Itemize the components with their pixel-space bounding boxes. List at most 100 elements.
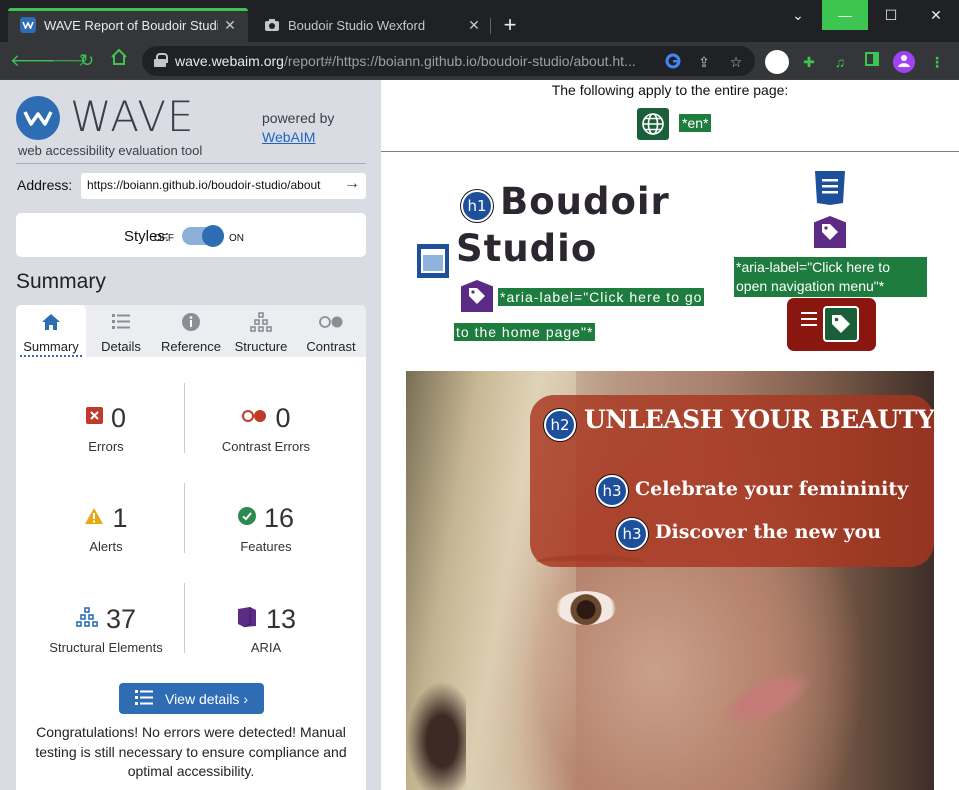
tab-label: Details <box>101 339 141 354</box>
tab-details[interactable]: Details <box>86 305 156 357</box>
landmark-icon[interactable] <box>416 243 450 279</box>
divider <box>16 163 366 164</box>
tab-label: Summary <box>16 339 86 357</box>
share-icon[interactable]: ⇪ <box>695 53 713 71</box>
errors-label: Errors <box>88 439 124 454</box>
address-url: wave.webaim.org/report#/https://boiann.g… <box>175 53 636 69</box>
alerts-count: 1 <box>112 502 128 533</box>
new-tab-icon[interactable]: + <box>498 12 522 40</box>
tab-search-chevron-icon[interactable]: ⌄ <box>775 0 821 30</box>
close-tab-icon[interactable]: ✕ <box>462 17 486 34</box>
alerts-stat[interactable]: 1 Alerts <box>26 501 186 554</box>
features-stat[interactable]: 16 Features <box>186 501 346 554</box>
wave-favicon-icon <box>20 17 36 33</box>
h3-badge[interactable]: h3 <box>596 475 628 507</box>
aria-label-home-2: to the home page"* <box>454 323 596 341</box>
lock-icon[interactable] <box>154 53 168 67</box>
media-queue-icon[interactable]: ♫ <box>829 51 851 73</box>
aria-label-navigation: *aria-label="Click here to open navigati… <box>733 256 928 298</box>
page-content: The following apply to the entire page: … <box>381 80 959 790</box>
congrats-message: Congratulations! No errors were detected… <box>35 724 347 779</box>
powered-by-label: powered by <box>262 110 335 126</box>
aria-tag-icon[interactable] <box>814 216 846 248</box>
wave-nav-tabs: Summary Details Reference Structure Cont… <box>16 305 366 357</box>
aria-label: ARIA <box>250 640 282 655</box>
aria-label-home-1: *aria-label="Click here to go <box>498 288 705 306</box>
address-bar[interactable]: wave.webaim.org/report#/https://boiann.g… <box>142 46 755 76</box>
home-icon <box>16 312 86 332</box>
page-wide-notice: The following apply to the entire page: <box>551 82 789 98</box>
browser-tab-wave[interactable]: WAVE Report of Boudoir Studio W ✕ <box>8 8 248 42</box>
forward-icon[interactable]: 🡒 <box>42 48 88 74</box>
wave-logo-icon <box>16 96 60 140</box>
address-input[interactable]: https://boiann.github.io/boudoir-studio/… <box>81 173 366 199</box>
structural-stat[interactable]: 37 Structural Elements <box>26 602 186 656</box>
bookmark-star-icon[interactable]: ☆ <box>727 53 745 71</box>
hamburger-icon <box>801 312 817 326</box>
minimize-icon[interactable]: — <box>822 0 868 30</box>
hamburger-menu-button[interactable] <box>787 298 876 351</box>
hero-eye <box>556 591 616 625</box>
aria-tag-icon[interactable] <box>461 280 493 312</box>
close-tab-icon[interactable]: ✕ <box>218 17 242 34</box>
extension-circle-icon[interactable] <box>765 50 789 74</box>
back-icon[interactable]: 🡐 <box>10 48 56 74</box>
reload-icon[interactable]: ↻ <box>74 48 100 74</box>
h2-badge[interactable]: h2 <box>544 409 576 441</box>
feature-check-icon <box>237 506 256 530</box>
tab-contrast[interactable]: Contrast <box>296 305 366 357</box>
hero-image: h2 UNLEASH YOUR BEAUTY h3 Celebrate your… <box>406 371 934 790</box>
error-icon <box>85 407 103 429</box>
wave-logo-text: WAVE <box>70 92 195 141</box>
maximize-icon[interactable]: ☐ <box>868 0 914 30</box>
styles-toggle[interactable] <box>182 225 224 247</box>
brand-line-2[interactable]: Studio <box>456 227 597 270</box>
features-label: Features <box>240 539 292 554</box>
aria-count: 13 <box>265 603 297 634</box>
styles-control: Styles: OFF ON <box>16 213 366 257</box>
close-window-icon[interactable]: ✕ <box>913 0 959 30</box>
tag-icon <box>823 306 859 342</box>
tab-summary[interactable]: Summary <box>16 305 86 357</box>
wave-sidebar: WAVE web accessibility evaluation tool p… <box>0 80 381 790</box>
hero-heading: UNLEASH YOUR BEAUTY <box>584 405 934 434</box>
view-details-button[interactable]: View details › <box>119 683 264 714</box>
tab-label: Structure <box>234 339 288 354</box>
go-arrow-icon[interactable]: → <box>344 175 360 193</box>
contrast-error-icon <box>241 409 267 428</box>
divider <box>381 151 959 152</box>
summary-heading: Summary <box>16 270 106 293</box>
errors-count: 0 <box>110 402 127 433</box>
extensions-puzzle-icon[interactable]: ✚ <box>798 51 820 73</box>
h1-badge[interactable]: h1 <box>461 190 493 222</box>
browser-menu-icon[interactable]: ⋮ <box>926 51 948 73</box>
styles-on-label: ON <box>229 233 244 244</box>
errors-stat[interactable]: 0 Errors <box>26 401 186 454</box>
view-details-label: View details › <box>164 690 248 707</box>
aria-cube-icon <box>236 606 258 633</box>
css-list-icon[interactable] <box>813 170 847 206</box>
browser-tabstrip: WAVE Report of Boudoir Studio W ✕ Boudoi… <box>0 0 959 42</box>
browser-tab-boudoir[interactable]: Boudoir Studio Wexford ✕ <box>252 8 492 42</box>
side-panel-icon[interactable] <box>861 51 883 73</box>
language-globe-icon[interactable] <box>637 108 669 140</box>
tab-reference[interactable]: Reference <box>156 305 226 357</box>
profile-avatar-icon[interactable] <box>893 51 915 73</box>
features-count: 16 <box>263 502 295 533</box>
brand-line-1[interactable]: Boudoir <box>500 180 670 223</box>
home-icon[interactable] <box>106 48 132 74</box>
structural-label: Structural Elements <box>49 640 163 655</box>
hero-text-overlay: h2 UNLEASH YOUR BEAUTY h3 Celebrate your… <box>530 395 934 567</box>
tab-title: WAVE Report of Boudoir Studio W <box>44 17 218 33</box>
contrast-errors-stat[interactable]: 0 Contrast Errors <box>186 401 346 455</box>
tab-structure[interactable]: Structure <box>226 305 296 357</box>
list-icon <box>134 689 153 708</box>
tab-label: Reference <box>161 339 221 354</box>
webaim-link[interactable]: WebAIM <box>262 129 315 145</box>
google-icon[interactable] <box>664 53 682 71</box>
info-icon <box>156 312 226 332</box>
hero-subheading-2: Discover the new you <box>655 521 882 543</box>
aria-stat[interactable]: 13 ARIA <box>186 602 346 655</box>
tab-title: Boudoir Studio Wexford <box>288 17 426 33</box>
h3-badge[interactable]: h3 <box>616 518 648 550</box>
